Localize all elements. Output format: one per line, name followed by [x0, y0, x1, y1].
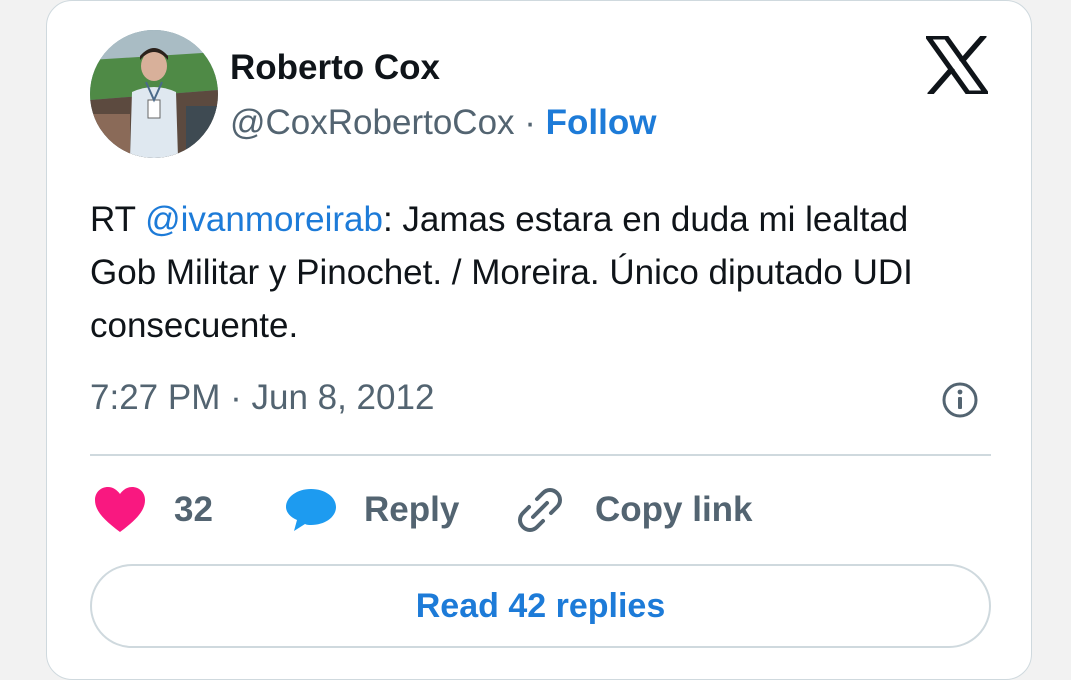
copy-link-label: Copy link: [595, 490, 753, 529]
avatar-photo: [90, 30, 218, 158]
read-replies-button[interactable]: Read 42 replies: [90, 564, 991, 648]
tweet-date: Jun 8, 2012: [251, 378, 435, 417]
tweet-time: 7:27 PM: [90, 378, 221, 417]
divider: [90, 454, 991, 456]
handle[interactable]: @CoxRobertoCox: [230, 103, 515, 142]
avatar[interactable]: [90, 30, 218, 158]
mention-link[interactable]: @ivanmoreirab: [145, 200, 383, 239]
speech-bubble-icon: [286, 489, 336, 531]
x-logo-icon[interactable]: [926, 36, 988, 94]
read-replies-label: Read 42 replies: [415, 586, 666, 625]
follow-button[interactable]: Follow: [546, 103, 657, 142]
timestamp[interactable]: 7:27 PM · Jun 8, 2012: [90, 378, 434, 418]
display-name[interactable]: Roberto Cox: [230, 48, 440, 88]
timestamp-separator: ·: [230, 378, 242, 417]
copy-link-button[interactable]: Copy link: [515, 484, 753, 536]
separator: ·: [524, 103, 536, 142]
like-button[interactable]: 32: [94, 484, 213, 536]
tweet-prefix: RT: [90, 200, 146, 239]
info-icon[interactable]: [941, 381, 979, 419]
reply-label: Reply: [364, 490, 460, 529]
handle-row: @CoxRobertoCox · Follow: [230, 103, 656, 143]
link-icon: [518, 488, 562, 532]
like-count: 32: [174, 490, 213, 529]
tweet-text: RT @ivanmoreirab: Jamas estara en duda m…: [90, 193, 950, 352]
heart-icon: [95, 487, 145, 532]
reply-button[interactable]: Reply: [284, 484, 459, 536]
